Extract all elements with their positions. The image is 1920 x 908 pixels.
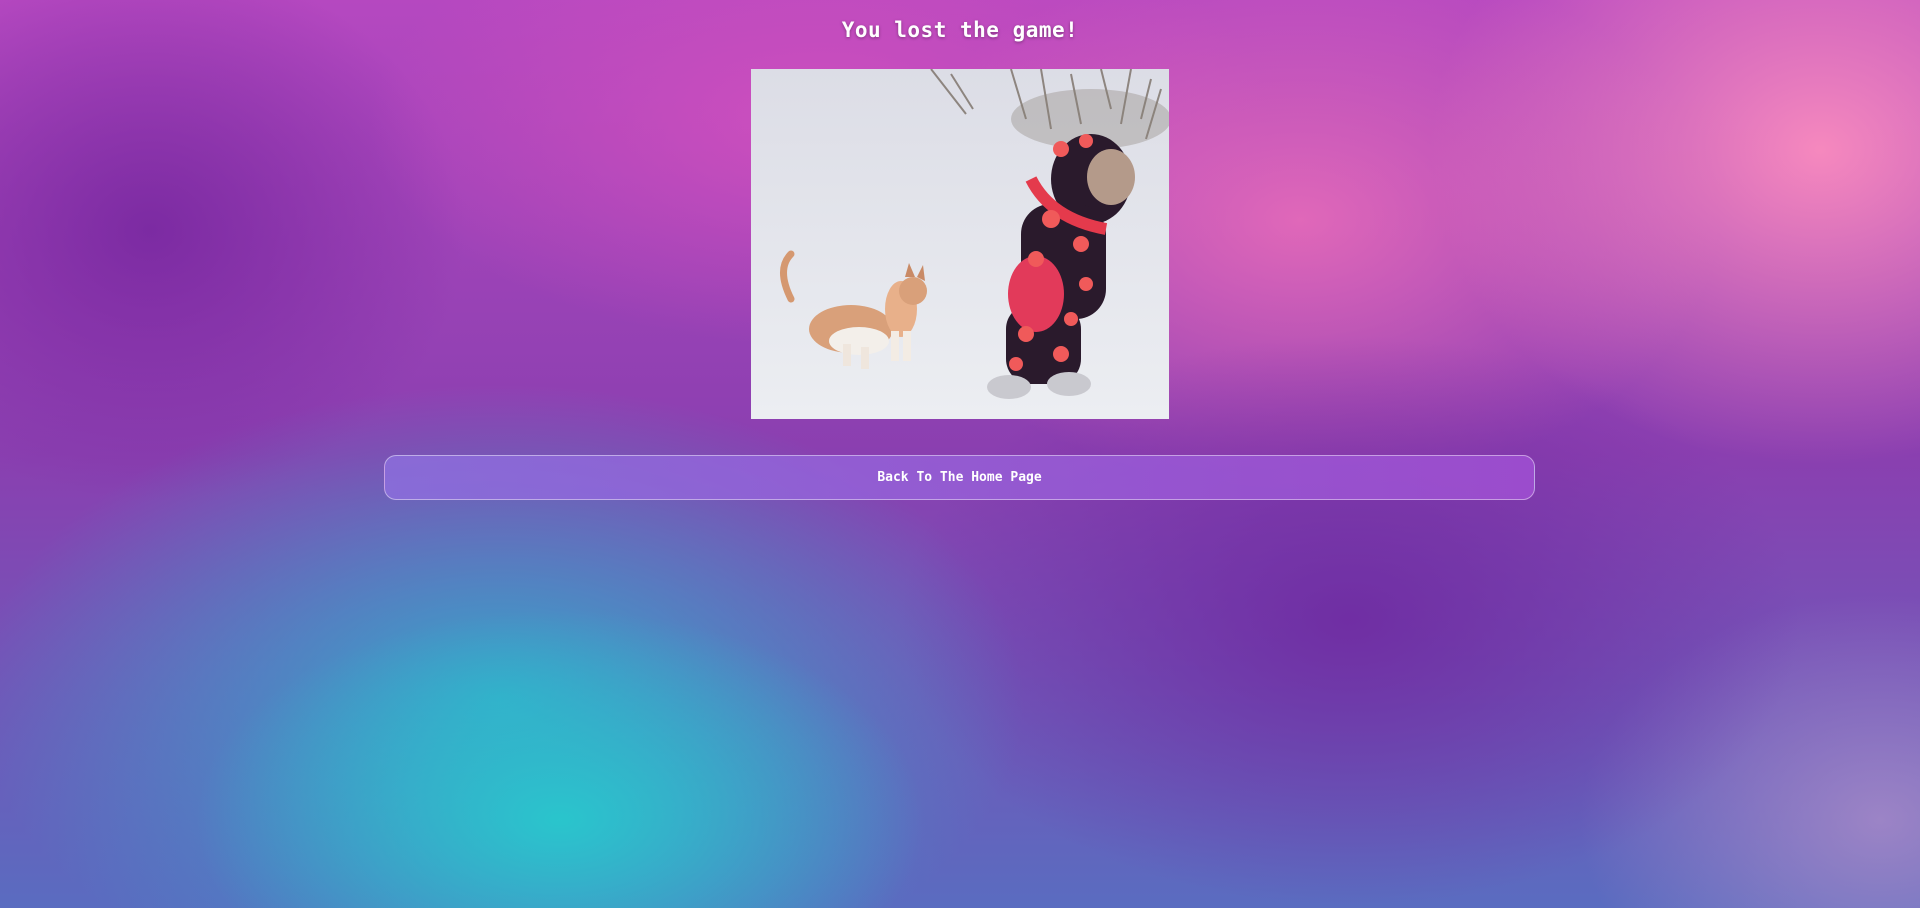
page-title: You lost the game!	[841, 18, 1079, 42]
back-to-home-button[interactable]: Back To The Home Page	[384, 455, 1535, 500]
cat-and-child-in-snow-gif	[751, 69, 1169, 419]
